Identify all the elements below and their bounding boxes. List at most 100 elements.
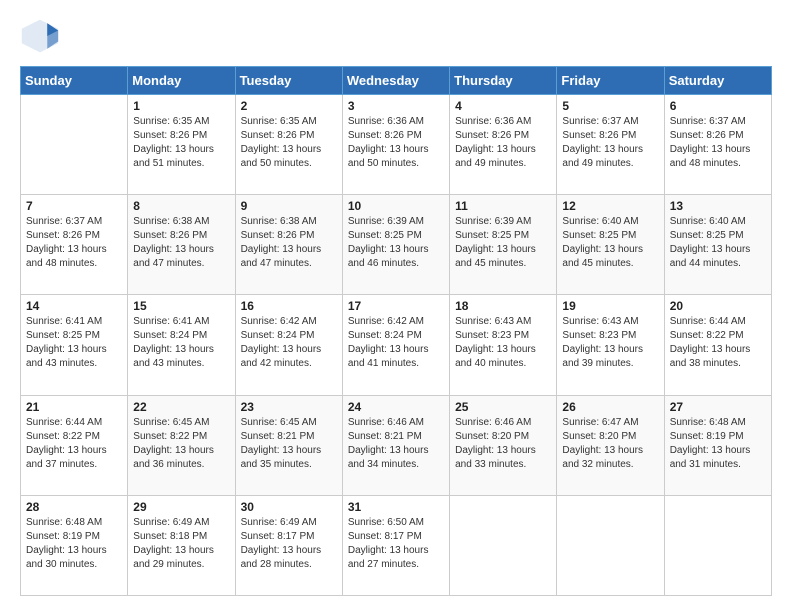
day-number: 12 [562, 199, 658, 213]
calendar-cell: 8Sunrise: 6:38 AMSunset: 8:26 PMDaylight… [128, 195, 235, 295]
calendar-cell: 2 Sunrise: 6:35 AMSunset: 8:26 PMDaylight… [235, 95, 342, 195]
day-info: Sunrise: 6:48 AMSunset: 8:19 PMDaylight:… [670, 416, 766, 472]
day-number: 23 [241, 400, 337, 414]
day-number: 19 [562, 299, 658, 313]
day-number: 30 [241, 500, 337, 514]
week-row-3: 21 Sunrise: 6:44 AMSunset: 8:22 PMDayligh… [21, 395, 772, 495]
calendar-header: SundayMondayTuesdayWednesdayThursdayFrid… [21, 67, 772, 95]
calendar-cell: 7Sunrise: 6:37 AMSunset: 8:26 PMDaylight… [21, 195, 128, 295]
day-info: Sunrise: 6:43 AMSunset: 8:23 PMDaylight:… [562, 315, 658, 371]
calendar-cell [450, 495, 557, 595]
calendar-cell: 12 Sunrise: 6:40 AMSunset: 8:25 PMDayligh… [557, 195, 664, 295]
logo-icon [20, 16, 60, 56]
day-info: Sunrise: 6:41 AMSunset: 8:24 PMDaylight:… [133, 315, 229, 371]
col-friday: Friday [557, 67, 664, 95]
calendar-body: 1 Sunrise: 6:35 AMSunset: 8:26 PMDaylight… [21, 95, 772, 596]
day-info: Sunrise: 6:45 AMSunset: 8:21 PMDaylight:… [241, 416, 337, 472]
day-info: Sunrise: 6:39 AMSunset: 8:25 PMDaylight:… [455, 215, 551, 271]
day-info: Sunrise: 6:39 AMSunset: 8:25 PMDaylight:… [348, 215, 444, 271]
day-number: 25 [455, 400, 551, 414]
day-info: Sunrise: 6:40 AMSunset: 8:25 PMDaylight:… [562, 215, 658, 271]
day-info: Sunrise: 6:49 AMSunset: 8:18 PMDaylight:… [133, 516, 229, 572]
day-number: 22 [133, 400, 229, 414]
col-saturday: Saturday [664, 67, 771, 95]
day-info: Sunrise: 6:42 AMSunset: 8:24 PMDaylight:… [241, 315, 337, 371]
calendar-cell: 22 Sunrise: 6:45 AMSunset: 8:22 PMDayligh… [128, 395, 235, 495]
day-info: Sunrise: 6:35 AMSunset: 8:26 PMDaylight:… [133, 115, 229, 171]
day-number: 13 [670, 199, 766, 213]
day-info: Sunrise: 6:40 AMSunset: 8:25 PMDaylight:… [670, 215, 766, 271]
calendar-cell: 16 Sunrise: 6:42 AMSunset: 8:24 PMDayligh… [235, 295, 342, 395]
day-number: 6 [670, 99, 766, 113]
calendar-cell: 18 Sunrise: 6:43 AMSunset: 8:23 PMDayligh… [450, 295, 557, 395]
calendar-cell: 1 Sunrise: 6:35 AMSunset: 8:26 PMDaylight… [128, 95, 235, 195]
day-info: Sunrise: 6:47 AMSunset: 8:20 PMDaylight:… [562, 416, 658, 472]
col-thursday: Thursday [450, 67, 557, 95]
calendar-cell: 26Sunrise: 6:47 AMSunset: 8:20 PMDayligh… [557, 395, 664, 495]
day-number: 27 [670, 400, 766, 414]
day-info: Sunrise: 6:35 AMSunset: 8:26 PMDaylight:… [241, 115, 337, 171]
day-number: 17 [348, 299, 444, 313]
calendar-cell [21, 95, 128, 195]
day-info: Sunrise: 6:46 AMSunset: 8:20 PMDaylight:… [455, 416, 551, 472]
day-info: Sunrise: 6:37 AMSunset: 8:26 PMDaylight:… [670, 115, 766, 171]
calendar-cell: 19 Sunrise: 6:43 AMSunset: 8:23 PMDayligh… [557, 295, 664, 395]
calendar-cell: 27 Sunrise: 6:48 AMSunset: 8:19 PMDayligh… [664, 395, 771, 495]
calendar-cell [557, 495, 664, 595]
calendar-cell: 28Sunrise: 6:48 AMSunset: 8:19 PMDayligh… [21, 495, 128, 595]
day-info: Sunrise: 6:41 AMSunset: 8:25 PMDaylight:… [26, 315, 122, 371]
calendar-cell: 21 Sunrise: 6:44 AMSunset: 8:22 PMDayligh… [21, 395, 128, 495]
day-info: Sunrise: 6:49 AMSunset: 8:17 PMDaylight:… [241, 516, 337, 572]
day-number: 9 [241, 199, 337, 213]
header-row: SundayMondayTuesdayWednesdayThursdayFrid… [21, 67, 772, 95]
calendar-cell: 30 Sunrise: 6:49 AMSunset: 8:17 PMDayligh… [235, 495, 342, 595]
day-number: 28 [26, 500, 122, 514]
day-info: Sunrise: 6:43 AMSunset: 8:23 PMDaylight:… [455, 315, 551, 371]
logo [20, 16, 66, 56]
day-info: Sunrise: 6:45 AMSunset: 8:22 PMDaylight:… [133, 416, 229, 472]
calendar-cell: 23 Sunrise: 6:45 AMSunset: 8:21 PMDayligh… [235, 395, 342, 495]
day-number: 3 [348, 99, 444, 113]
day-number: 21 [26, 400, 122, 414]
week-row-4: 28Sunrise: 6:48 AMSunset: 8:19 PMDayligh… [21, 495, 772, 595]
calendar-cell: 15 Sunrise: 6:41 AMSunset: 8:24 PMDayligh… [128, 295, 235, 395]
day-number: 4 [455, 99, 551, 113]
calendar-cell: 5 Sunrise: 6:37 AMSunset: 8:26 PMDaylight… [557, 95, 664, 195]
calendar-table: SundayMondayTuesdayWednesdayThursdayFrid… [20, 66, 772, 596]
calendar-cell: 29 Sunrise: 6:49 AMSunset: 8:18 PMDayligh… [128, 495, 235, 595]
calendar-cell: 11 Sunrise: 6:39 AMSunset: 8:25 PMDayligh… [450, 195, 557, 295]
day-number: 10 [348, 199, 444, 213]
day-number: 1 [133, 99, 229, 113]
day-number: 24 [348, 400, 444, 414]
calendar-cell: 4Sunrise: 6:36 AMSunset: 8:26 PMDaylight… [450, 95, 557, 195]
week-row-0: 1 Sunrise: 6:35 AMSunset: 8:26 PMDaylight… [21, 95, 772, 195]
day-number: 7 [26, 199, 122, 213]
calendar-cell: 14 Sunrise: 6:41 AMSunset: 8:25 PMDayligh… [21, 295, 128, 395]
page: SundayMondayTuesdayWednesdayThursdayFrid… [0, 0, 792, 612]
day-number: 14 [26, 299, 122, 313]
day-info: Sunrise: 6:44 AMSunset: 8:22 PMDaylight:… [670, 315, 766, 371]
day-number: 18 [455, 299, 551, 313]
day-info: Sunrise: 6:37 AMSunset: 8:26 PMDaylight:… [562, 115, 658, 171]
col-wednesday: Wednesday [342, 67, 449, 95]
day-number: 11 [455, 199, 551, 213]
day-number: 20 [670, 299, 766, 313]
day-number: 29 [133, 500, 229, 514]
day-number: 2 [241, 99, 337, 113]
calendar-cell: 6 Sunrise: 6:37 AMSunset: 8:26 PMDaylight… [664, 95, 771, 195]
day-info: Sunrise: 6:44 AMSunset: 8:22 PMDaylight:… [26, 416, 122, 472]
day-info: Sunrise: 6:42 AMSunset: 8:24 PMDaylight:… [348, 315, 444, 371]
col-tuesday: Tuesday [235, 67, 342, 95]
header [20, 16, 772, 56]
day-info: Sunrise: 6:50 AMSunset: 8:17 PMDaylight:… [348, 516, 444, 572]
col-sunday: Sunday [21, 67, 128, 95]
day-info: Sunrise: 6:38 AMSunset: 8:26 PMDaylight:… [241, 215, 337, 271]
day-number: 15 [133, 299, 229, 313]
day-number: 5 [562, 99, 658, 113]
day-number: 16 [241, 299, 337, 313]
week-row-1: 7Sunrise: 6:37 AMSunset: 8:26 PMDaylight… [21, 195, 772, 295]
day-info: Sunrise: 6:38 AMSunset: 8:26 PMDaylight:… [133, 215, 229, 271]
calendar-cell: 10 Sunrise: 6:39 AMSunset: 8:25 PMDayligh… [342, 195, 449, 295]
calendar-cell: 13 Sunrise: 6:40 AMSunset: 8:25 PMDayligh… [664, 195, 771, 295]
calendar-cell: 24Sunrise: 6:46 AMSunset: 8:21 PMDayligh… [342, 395, 449, 495]
